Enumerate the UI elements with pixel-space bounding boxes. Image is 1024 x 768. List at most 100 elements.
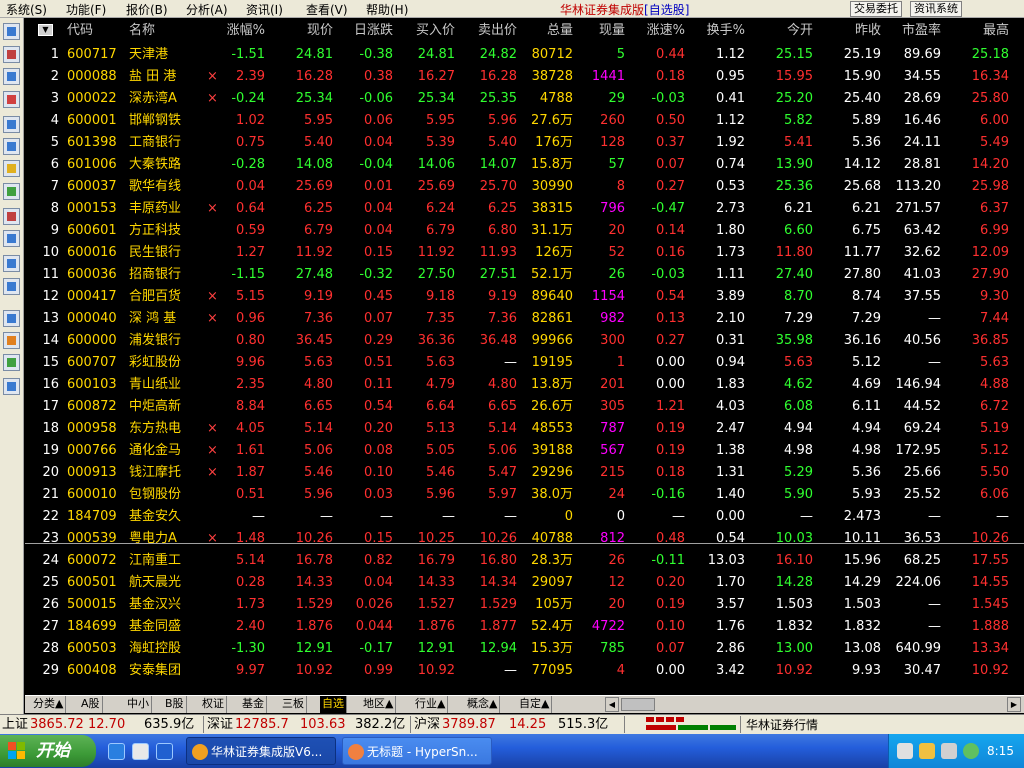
network-icon[interactable] bbox=[897, 743, 913, 759]
column-header[interactable]: 现价 bbox=[271, 20, 333, 42]
desktop-quicklaunch-icon[interactable] bbox=[132, 743, 149, 760]
horizontal-scroll-thumb[interactable] bbox=[621, 698, 655, 711]
change-speed: 0.13 bbox=[656, 311, 685, 326]
column-header[interactable]: 市盈率 bbox=[885, 20, 941, 42]
exit-icon[interactable] bbox=[3, 378, 20, 395]
news-icon[interactable] bbox=[3, 160, 20, 177]
table-row[interactable]: 20 000913 钱江摩托 × 1.87 5.46 0.10 5.46 5.47 29296 21… bbox=[25, 462, 1024, 484]
column-header[interactable]: 买入价 bbox=[397, 20, 455, 42]
table-row[interactable]: 7 600037 歌华有线 0.04 25.69 0.01 25.69 25.70 30990 8… bbox=[25, 176, 1024, 198]
column-header[interactable]: 卖出价 bbox=[459, 20, 517, 42]
table-row[interactable]: 27 184699 基金同盛 2.40 1.876 0.044 1.876 1.877 52.4… bbox=[25, 616, 1024, 638]
sort-dropdown-button[interactable]: ▼ bbox=[38, 24, 53, 36]
ranking-icon[interactable] bbox=[3, 46, 20, 63]
f10-icon[interactable] bbox=[3, 278, 20, 295]
table-row[interactable]: 11 600036 招商银行 -1.15 27.48 -0.32 27.50 27.51 52.… bbox=[25, 264, 1024, 286]
tab-8[interactable]: 地区▲ bbox=[361, 696, 397, 713]
volume-icon[interactable] bbox=[941, 743, 957, 759]
column-header[interactable]: 代码 bbox=[67, 20, 123, 42]
table-row[interactable]: 4 600001 邯郸钢铁 1.02 5.95 0.06 5.95 5.96 27.6万 260 0… bbox=[25, 110, 1024, 132]
scroll-right-arrow[interactable]: ▶ bbox=[1007, 697, 1021, 712]
tab-6[interactable]: 三板 bbox=[280, 696, 307, 713]
column-header[interactable]: 日涨跌 bbox=[337, 20, 393, 42]
users-icon[interactable] bbox=[3, 208, 20, 225]
menu-item[interactable]: 资讯(I) bbox=[246, 1, 283, 18]
table-row[interactable]: 29 600408 安泰集团 9.97 10.92 0.99 10.92 — 77095 4 0.0… bbox=[25, 660, 1024, 682]
table-row[interactable]: 22 184709 基金安久 — — — — — 0 0 — 0.00 — 2.473 — — bbox=[25, 506, 1024, 528]
info-button[interactable]: 资讯系统 bbox=[910, 1, 962, 17]
kline-icon[interactable] bbox=[3, 91, 20, 108]
column-header[interactable]: 今开 bbox=[749, 20, 813, 42]
tab-5[interactable]: 基金 bbox=[240, 696, 267, 713]
table-row[interactable]: 18 000958 东方热电 × 4.05 5.14 0.20 5.13 5.14 48553 78… bbox=[25, 418, 1024, 440]
ie-quicklaunch-icon[interactable] bbox=[108, 743, 125, 760]
table-icon[interactable] bbox=[3, 138, 20, 155]
table-row[interactable]: 10 600016 民生银行 1.27 11.92 0.15 11.92 11.93 126万 5… bbox=[25, 242, 1024, 264]
table-row[interactable]: 9 600601 方正科技 0.59 6.79 0.04 6.79 6.80 31.1万 20 0.… bbox=[25, 220, 1024, 242]
table-row[interactable]: 16 600103 青山纸业 2.35 4.80 0.11 4.79 4.80 13.8万 201… bbox=[25, 374, 1024, 396]
warning-icon[interactable] bbox=[3, 183, 20, 200]
bid-price: 27.50 bbox=[417, 267, 455, 282]
taskbar-task[interactable]: 无标题 - HyperSn... bbox=[342, 737, 492, 765]
table-row[interactable]: 19 000766 通化金马 × 1.61 5.06 0.08 5.05 5.06 39188 56… bbox=[25, 440, 1024, 462]
transfer-icon[interactable] bbox=[3, 332, 20, 349]
table-row[interactable]: 3 000022 深赤湾A × -0.24 25.34 -0.06 25.34 25.35 478… bbox=[25, 88, 1024, 110]
tab-4[interactable]: 权证 bbox=[200, 696, 227, 713]
tab-9[interactable]: 行业▲ bbox=[413, 696, 449, 713]
security-icon[interactable] bbox=[919, 743, 935, 759]
table-row[interactable]: 28 600503 海虹控股 -1.30 12.91 -0.17 12.91 12.94 15.… bbox=[25, 638, 1024, 660]
table-row[interactable]: 21 600010 包钢股份 0.51 5.96 0.03 5.96 5.97 38.0万 24 -… bbox=[25, 484, 1024, 506]
menu-item[interactable]: 系统(S) bbox=[6, 1, 47, 18]
column-header[interactable]: 现量 bbox=[577, 20, 625, 42]
tab-3[interactable]: B股 bbox=[163, 696, 187, 713]
table-row[interactable]: 25 600501 航天晨光 0.28 14.33 0.04 14.33 14.34 29097… bbox=[25, 572, 1024, 594]
menu-item[interactable]: 查看(V) bbox=[306, 1, 348, 18]
search-icon[interactable] bbox=[3, 255, 20, 272]
tab-11[interactable]: 自定▲ bbox=[517, 696, 553, 713]
table-row[interactable]: 23 000539 粤电力A × 1.48 10.26 0.15 10.25 10.26 4078… bbox=[25, 528, 1024, 550]
report-icon[interactable] bbox=[3, 116, 20, 133]
column-header[interactable]: 总量 bbox=[521, 20, 573, 42]
menu-item[interactable]: 报价(B) bbox=[126, 1, 168, 18]
stock-name: 江南重工 bbox=[129, 553, 182, 568]
taskbar-task[interactable]: 华林证券集成版V6... bbox=[186, 737, 336, 765]
analysis-icon[interactable] bbox=[3, 230, 20, 247]
table-row[interactable]: 17 600872 中炬高新 8.84 6.65 0.54 6.64 6.65 26.6万 305… bbox=[25, 396, 1024, 418]
column-header[interactable]: 名称 bbox=[129, 20, 197, 42]
column-header[interactable]: 涨速% bbox=[629, 20, 685, 42]
tab-0[interactable]: 分类▲ bbox=[31, 696, 67, 713]
scroll-left-arrow[interactable]: ◀ bbox=[605, 697, 619, 712]
table-row[interactable]: 8 000153 丰原药业 × 0.64 6.25 0.04 6.24 6.25 38315 796… bbox=[25, 198, 1024, 220]
menu-item[interactable]: 分析(A) bbox=[186, 1, 228, 18]
quote-list-icon[interactable] bbox=[3, 23, 20, 40]
start-button[interactable]: 开始 bbox=[0, 735, 96, 767]
folder-icon[interactable] bbox=[3, 310, 20, 327]
column-header[interactable]: 最高 bbox=[945, 20, 1009, 42]
menu-item[interactable]: 功能(F) bbox=[66, 1, 106, 18]
tab-7[interactable]: 自选 bbox=[320, 696, 347, 713]
table-row[interactable]: 14 600000 浦发银行 0.80 36.45 0.29 36.36 36.48 99966… bbox=[25, 330, 1024, 352]
update-icon[interactable] bbox=[963, 743, 979, 759]
tab-2[interactable]: 中小 bbox=[125, 696, 152, 713]
trade-button[interactable]: 交易委托 bbox=[850, 1, 902, 17]
table-row[interactable]: 12 000417 合肥百货 × 5.15 9.19 0.45 9.18 9.19 89640 11… bbox=[25, 286, 1024, 308]
column-header[interactable]: 昨收 bbox=[817, 20, 881, 42]
current-volume: 812 bbox=[600, 531, 625, 546]
column-header[interactable]: 涨幅% bbox=[217, 20, 265, 42]
tab-1[interactable]: A股 bbox=[79, 696, 103, 713]
tab-10[interactable]: 概念▲ bbox=[465, 696, 501, 713]
table-row[interactable]: 24 600072 江南重工 5.14 16.78 0.82 16.79 16.80 28.3万… bbox=[25, 550, 1024, 572]
table-row[interactable]: 6 601006 大秦铁路 -0.28 14.08 -0.04 14.06 14.07 15.8… bbox=[25, 154, 1024, 176]
table-row[interactable]: 2 000088 盐 田 港 × 2.39 16.28 0.38 16.27 16.28 3872… bbox=[25, 66, 1024, 88]
total-volume: 29296 bbox=[531, 465, 573, 480]
table-row[interactable]: 26 500015 基金汉兴 1.73 1.529 0.026 1.527 1.529 105万… bbox=[25, 594, 1024, 616]
chart-icon[interactable] bbox=[3, 68, 20, 85]
media-quicklaunch-icon[interactable] bbox=[156, 743, 173, 760]
table-row[interactable]: 13 000040 深 鸿 基 × 0.96 7.36 0.07 7.35 7.36 82861 9… bbox=[25, 308, 1024, 330]
menu-item[interactable]: 帮助(H) bbox=[366, 1, 408, 18]
tools-icon[interactable] bbox=[3, 354, 20, 371]
table-row[interactable]: 15 600707 彩虹股份 9.96 5.63 0.51 5.63 — 19195 1 0.00 0… bbox=[25, 352, 1024, 374]
table-row[interactable]: 1 600717 天津港 -1.51 24.81 -0.38 24.81 24.82 80712… bbox=[25, 44, 1024, 66]
column-header[interactable]: 换手% bbox=[689, 20, 745, 42]
table-row[interactable]: 5 601398 工商银行 0.75 5.40 0.04 5.39 5.40 176万 128 0.… bbox=[25, 132, 1024, 154]
